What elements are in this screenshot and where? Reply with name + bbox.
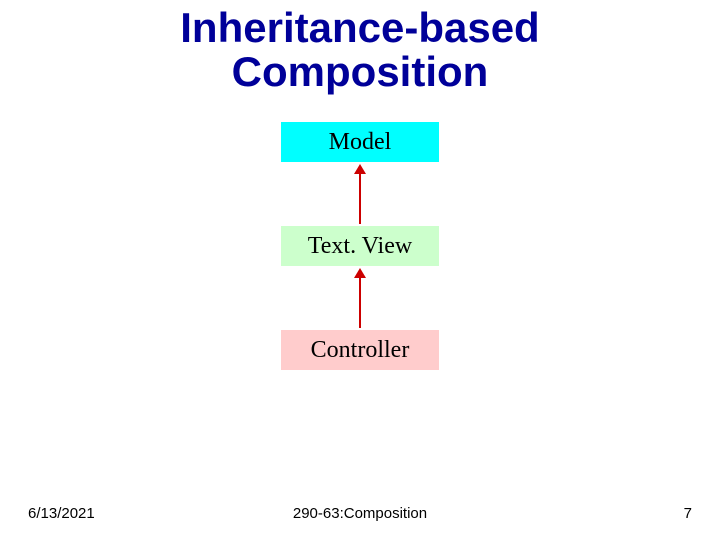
box-model-label: Model	[329, 129, 392, 156]
slide: Inheritance-based Composition Model Text…	[0, 0, 720, 540]
slide-title: Inheritance-based Composition	[0, 6, 720, 94]
box-model: Model	[281, 122, 439, 162]
box-textview-label: Text. View	[308, 233, 412, 260]
box-textview: Text. View	[281, 226, 439, 266]
title-line-2: Composition	[232, 48, 489, 95]
arrow-controller-to-textview	[359, 270, 361, 328]
box-controller-label: Controller	[311, 337, 410, 364]
title-line-1: Inheritance-based	[180, 4, 539, 51]
footer-center: 290-63:Composition	[0, 505, 720, 522]
arrow-textview-to-model	[359, 166, 361, 224]
box-controller: Controller	[281, 330, 439, 370]
footer-page-number: 7	[684, 505, 692, 522]
